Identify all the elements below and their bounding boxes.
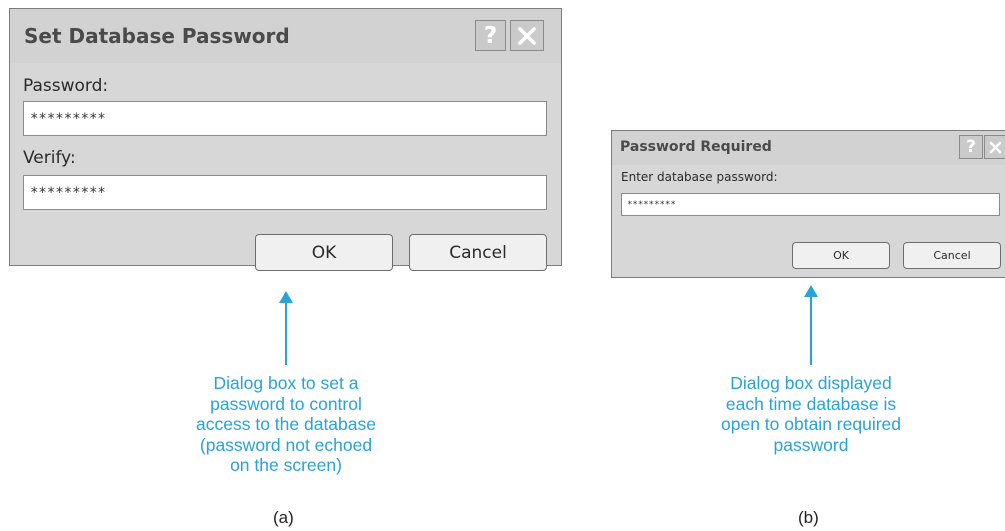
database-password-field[interactable]: ********* [621, 193, 1000, 216]
caption-a-line: (password not echoed [199, 434, 373, 455]
verify-field-value: ********* [30, 184, 106, 201]
cancel-button[interactable]: Cancel [903, 242, 1001, 269]
dialog-b-title: Password Required [620, 139, 772, 155]
cancel-button[interactable]: Cancel [409, 234, 547, 271]
caption-a-line: Dialog box to set a [213, 373, 359, 393]
caption-b-line: Dialog box displayed [730, 373, 892, 393]
caption-a-line: access to the database [196, 414, 376, 434]
database-password-value: ********* [627, 199, 676, 210]
help-icon: ? [483, 22, 498, 49]
caption-b: Dialog box displayed each time database … [681, 373, 941, 455]
password-field[interactable]: ********* [23, 101, 547, 136]
help-button[interactable]: ? [959, 135, 983, 159]
caption-b-line: password [773, 434, 849, 455]
help-button[interactable]: ? [475, 20, 506, 51]
dialog-a-titlebar: Set Database Password ? [10, 9, 561, 63]
dialog-b-titlebar: Password Required ? [612, 131, 1005, 165]
help-icon: ? [966, 137, 976, 157]
arrow-up-icon [279, 291, 293, 365]
close-icon [989, 141, 1001, 153]
verify-label: Verify: [23, 148, 76, 168]
panel-label-a: (a) [273, 508, 294, 527]
caption-a-line: on the screen) [230, 455, 342, 475]
caption-a-line: password to control [210, 393, 362, 414]
dialog-a-title: Set Database Password [24, 24, 290, 48]
close-icon [518, 26, 536, 45]
password-label: Password: [23, 76, 109, 96]
set-database-password-dialog: Set Database Password ? Password: ******… [9, 8, 562, 271]
ok-button[interactable]: OK [255, 234, 393, 271]
prompt-label: Enter database password: [621, 170, 778, 184]
panel-label-b: (b) [798, 508, 819, 527]
ok-button[interactable]: OK [792, 242, 890, 269]
arrow-up-icon [804, 285, 818, 365]
verify-field[interactable]: ********* [23, 175, 547, 210]
caption-b-line: each time database is [725, 393, 897, 414]
caption-a: Dialog box to set a password to control … [156, 373, 416, 476]
password-required-dialog: Password Required ? Enter database passw… [611, 130, 1005, 278]
close-button[interactable] [510, 20, 544, 51]
password-field-value: ********* [30, 110, 106, 127]
caption-b-line: open to obtain required [721, 414, 901, 434]
close-button[interactable] [984, 135, 1005, 159]
